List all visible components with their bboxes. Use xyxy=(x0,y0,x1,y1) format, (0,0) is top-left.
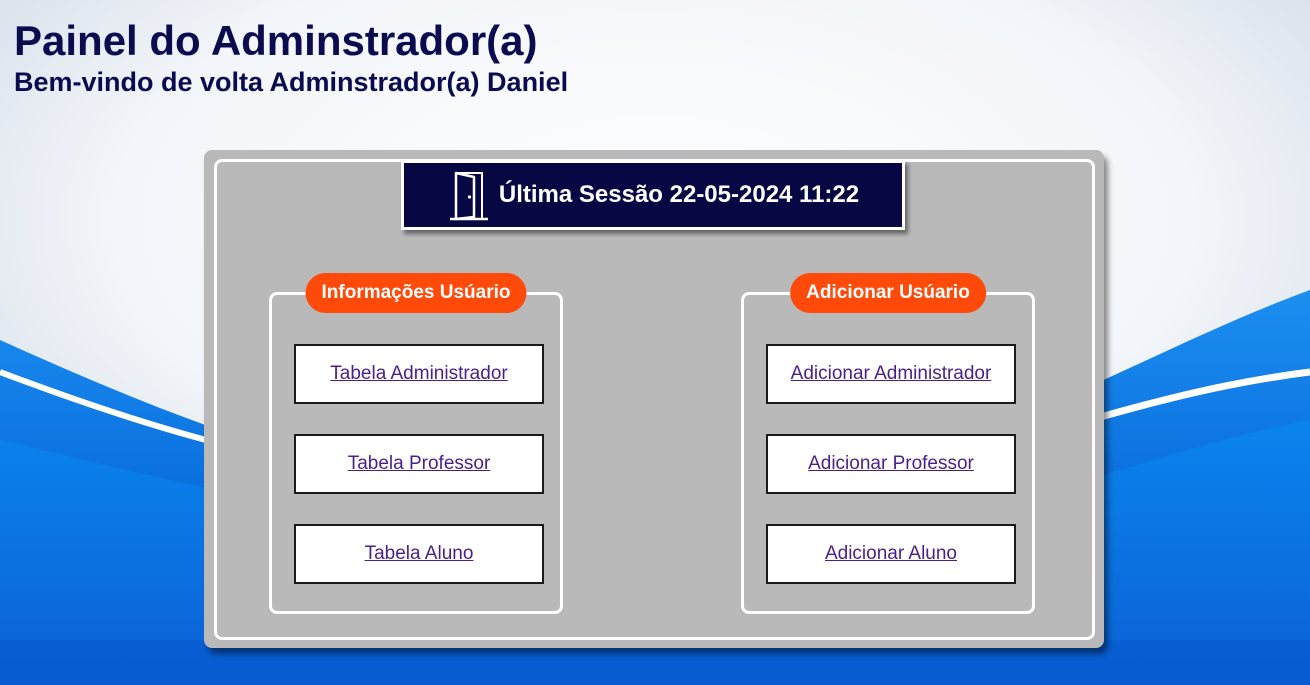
page-title: Painel do Adminstrador(a) xyxy=(14,17,538,64)
last-session-text: Última Sessão 22-05-2024 11:22 xyxy=(498,181,860,208)
door-icon xyxy=(447,168,491,222)
student-table-link[interactable]: Tabela Aluno xyxy=(365,543,474,565)
add-admin-box: Adicionar Administrador xyxy=(766,344,1016,404)
user-info-group: Informações Usúario Tabela Administrador… xyxy=(269,273,563,614)
welcome-subtitle: Bem-vindo de volta Adminstrador(a) Danie… xyxy=(14,67,569,98)
professor-table-box: Tabela Professor xyxy=(294,434,544,494)
admin-panel-inner: Última Sessão 22-05-2024 11:22 Informaçõ… xyxy=(214,159,1095,640)
admin-table-link[interactable]: Tabela Administrador xyxy=(330,363,507,385)
add-user-group: Adicionar Usúario Adicionar Administrado… xyxy=(741,273,1035,614)
add-professor-box: Adicionar Professor xyxy=(766,434,1016,494)
add-student-link[interactable]: Adicionar Aluno xyxy=(825,543,957,565)
add-professor-link[interactable]: Adicionar Professor xyxy=(808,453,974,475)
add-user-badge: Adicionar Usúario xyxy=(790,273,986,313)
admin-panel: Última Sessão 22-05-2024 11:22 Informaçõ… xyxy=(204,150,1104,648)
student-table-box: Tabela Aluno xyxy=(294,524,544,584)
add-student-box: Adicionar Aluno xyxy=(766,524,1016,584)
add-admin-link[interactable]: Adicionar Administrador xyxy=(791,363,992,385)
last-session-banner: Última Sessão 22-05-2024 11:22 xyxy=(401,160,905,230)
admin-table-box: Tabela Administrador xyxy=(294,344,544,404)
page-header: Painel do Adminstrador(a) Bem-vindo de v… xyxy=(14,16,568,99)
professor-table-link[interactable]: Tabela Professor xyxy=(348,453,491,475)
user-info-badge: Informações Usúario xyxy=(305,273,527,313)
